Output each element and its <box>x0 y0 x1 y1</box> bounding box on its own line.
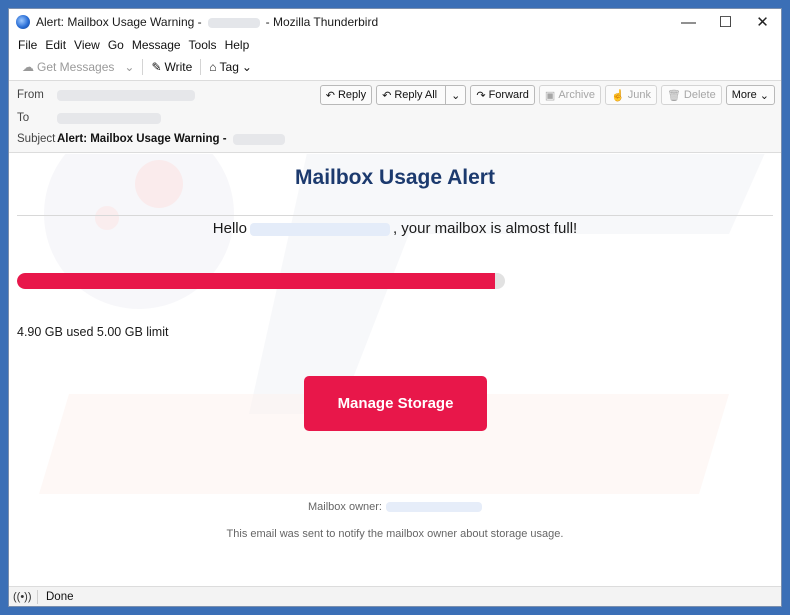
menu-bar: File Edit View Go Message Tools Help <box>9 35 781 54</box>
reply-label: Reply <box>337 89 367 101</box>
menu-help[interactable]: Help <box>221 38 254 52</box>
reply-all-button[interactable]: ↶ Reply All <box>377 86 442 104</box>
subject-value: Alert: Mailbox Usage Warning - <box>57 133 227 145</box>
message-actions: ↶ Reply ↶ Reply All ⌄ ↷ Forward ▣ Archiv… <box>319 85 775 105</box>
connection-icon: ((•)) <box>13 590 32 603</box>
to-row: To <box>17 108 161 128</box>
reply-all-dropdown[interactable]: ⌄ <box>445 86 465 104</box>
cloud-download-icon: ☁ <box>22 60 34 74</box>
window-title: Alert: Mailbox Usage Warning - - Mozilla … <box>36 15 378 29</box>
reply-button[interactable]: ↶ Reply <box>319 85 373 105</box>
greeting-prefix: Hello <box>212 220 247 237</box>
greeting-suffix: , your mailbox is almost full! <box>392 220 578 237</box>
status-text: Done <box>46 590 74 603</box>
more-button[interactable]: More ⌄ <box>725 85 775 105</box>
junk-icon: ☝ <box>611 89 625 102</box>
menu-view[interactable]: View <box>70 38 104 52</box>
toolbar-separator <box>142 59 144 75</box>
archive-label: Archive <box>558 89 595 101</box>
tag-button[interactable]: ⌂ Tag ⌄ <box>204 58 257 76</box>
toolbar-separator <box>200 59 202 75</box>
archive-icon: ▣ <box>544 89 556 102</box>
from-value-redacted[interactable] <box>57 89 195 101</box>
get-messages-button[interactable]: ☁ Get Messages <box>17 58 119 76</box>
thunderbird-window: Alert: Mailbox Usage Warning - - Mozilla … <box>8 8 782 607</box>
reply-icon: ↶ <box>325 89 335 102</box>
manage-storage-button[interactable]: Manage Storage <box>304 376 487 431</box>
chevron-down-icon: ⌄ <box>124 60 135 74</box>
storage-progress-fill <box>17 273 496 289</box>
forward-icon: ↷ <box>476 89 486 102</box>
more-label: More <box>731 89 757 101</box>
reply-all-split-button: ↶ Reply All ⌄ <box>376 85 467 105</box>
divider <box>17 215 773 216</box>
maximize-button[interactable]: ☐ <box>707 9 744 35</box>
subject-label: Subject <box>17 133 56 145</box>
write-button[interactable]: ✎ Write <box>146 58 197 76</box>
message-body: Mailbox Usage Alert Hello , your mailbox … <box>9 154 781 586</box>
thunderbird-logo-icon <box>16 15 30 29</box>
chevron-down-icon: ⌄ <box>241 60 252 74</box>
mailbox-owner-label: Mailbox owner: <box>308 501 382 513</box>
menu-edit[interactable]: Edit <box>41 38 70 52</box>
redacted-title-part <box>207 17 260 28</box>
delete-label: Delete <box>683 89 716 101</box>
chevron-down-icon: ⌄ <box>759 89 769 102</box>
status-bar: ((•)) Done <box>9 586 781 606</box>
tag-icon: ⌂ <box>209 60 217 74</box>
from-row: From <box>17 85 195 105</box>
reply-all-label: Reply All <box>394 89 438 101</box>
message-header-pane: From To Subject Alert: Mailbox Usage War… <box>9 81 781 153</box>
junk-label: Junk <box>627 89 651 101</box>
tag-label: Tag <box>219 60 239 74</box>
to-label: To <box>17 112 30 124</box>
window-title-text: Alert: Mailbox Usage Warning - <box>36 15 202 29</box>
watermark-logo <box>39 154 765 494</box>
window-title-app: - Mozilla Thunderbird <box>265 15 379 29</box>
forward-label: Forward <box>488 89 529 101</box>
storage-progress-bar <box>17 273 505 289</box>
write-label: Write <box>164 60 193 74</box>
archive-button[interactable]: ▣ Archive <box>538 85 601 105</box>
email-title: Mailbox Usage Alert <box>295 166 495 189</box>
storage-usage-text: 4.90 GB used 5.00 GB limit <box>17 325 169 339</box>
get-messages-dropdown[interactable]: ⌄ <box>119 58 139 76</box>
menu-go[interactable]: Go <box>104 38 128 52</box>
menu-tools[interactable]: Tools <box>185 38 221 52</box>
minimize-button[interactable]: — <box>670 9 707 35</box>
status-separator <box>37 589 38 604</box>
greeting: Hello , your mailbox is almost full! <box>9 220 781 237</box>
footer-note: This email was sent to notify the mailbo… <box>226 528 564 540</box>
reply-all-icon: ↶ <box>382 89 392 102</box>
get-messages-label: Get Messages <box>37 60 115 74</box>
close-button[interactable]: ✕ <box>744 9 781 35</box>
trash-icon: 🗑 <box>666 89 681 102</box>
delete-button[interactable]: 🗑 Delete <box>660 85 722 105</box>
to-value-redacted[interactable] <box>57 112 161 124</box>
window-controls: — ☐ ✕ <box>670 9 781 35</box>
subject-redacted <box>232 133 285 145</box>
from-label: From <box>17 89 44 101</box>
menu-file[interactable]: File <box>14 38 41 52</box>
main-toolbar: ☁ Get Messages ⌄ ✎ Write ⌂ Tag ⌄ <box>9 54 781 81</box>
subject-row: Subject Alert: Mailbox Usage Warning - <box>17 129 285 149</box>
chevron-down-icon: ⌄ <box>451 89 461 102</box>
pencil-icon: ✎ <box>151 60 162 74</box>
recipient-redacted <box>249 222 390 236</box>
menu-message[interactable]: Message <box>128 38 185 52</box>
mailbox-owner: Mailbox owner: <box>9 501 781 513</box>
junk-button[interactable]: ☝ Junk <box>605 85 657 105</box>
owner-email-redacted <box>385 502 482 513</box>
title-bar: Alert: Mailbox Usage Warning - - Mozilla … <box>9 9 781 35</box>
forward-button[interactable]: ↷ Forward <box>470 85 535 105</box>
